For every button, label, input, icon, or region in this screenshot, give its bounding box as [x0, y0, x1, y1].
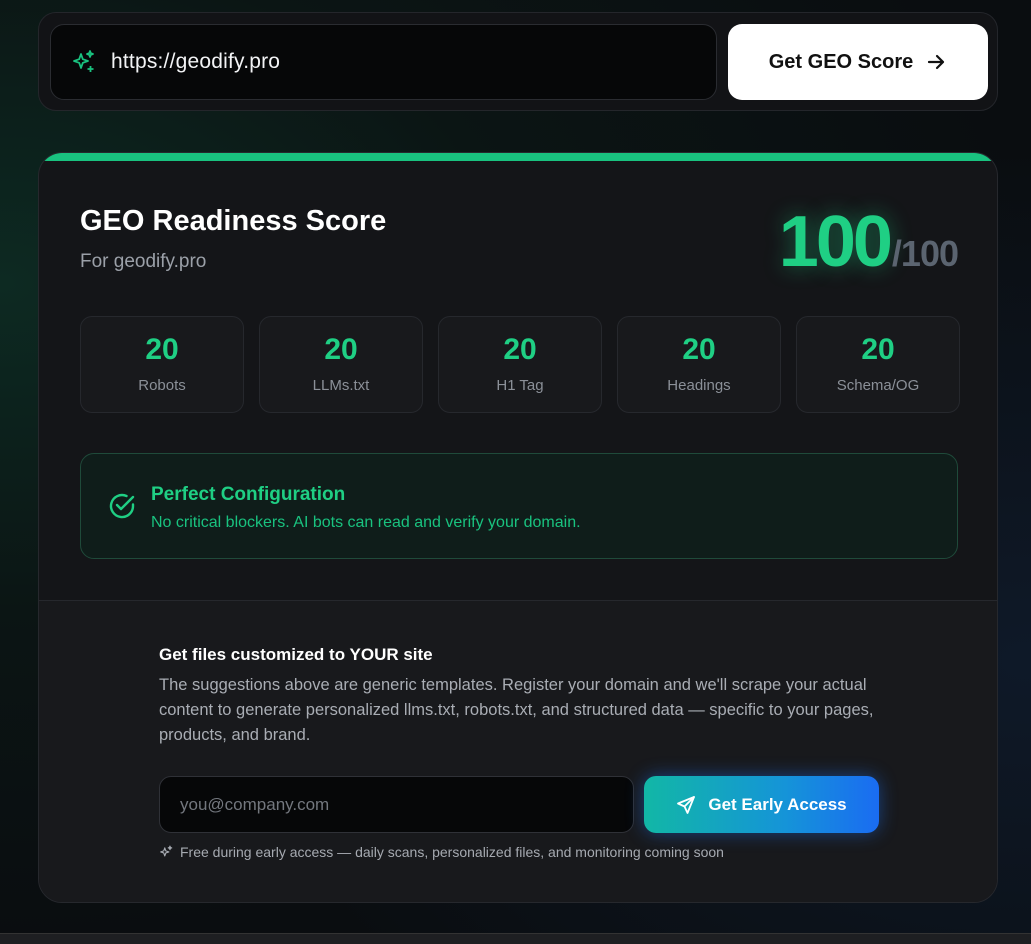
send-icon [676, 795, 696, 815]
metric-label: Robots [138, 377, 186, 394]
metric-value: 20 [861, 333, 895, 366]
metric-robots: 20 Robots [80, 316, 244, 413]
taskbar [0, 933, 1031, 944]
early-access-footnote: Free during early access — daily scans, … [159, 844, 724, 860]
metric-value: 20 [503, 333, 537, 366]
sparkle-icon [159, 845, 174, 860]
metric-label: Headings [667, 377, 731, 394]
metric-h1-tag: 20 H1 Tag [438, 316, 602, 413]
status-description: No critical blockers. AI bots can read a… [151, 514, 581, 531]
footnote-text: Free during early access — daily scans, … [180, 844, 724, 860]
card-title: GEO Readiness Score [80, 205, 387, 237]
card-subtitle: For geodify.pro [80, 251, 207, 272]
metric-label: Schema/OG [836, 377, 920, 394]
metric-schema-og: 20 Schema/OG [796, 316, 960, 413]
metric-llms-txt: 20 LLMs.txt [259, 316, 423, 413]
url-bar: https://geodify.pro Get GEO Score [38, 12, 998, 111]
score-card: GEO Readiness Score For geodify.pro 100 … [38, 152, 998, 903]
metric-list: 20 Robots 20 LLMs.txt 20 H1 Tag 20 Headi… [80, 316, 960, 413]
check-circle-icon [107, 491, 137, 521]
metric-value: 20 [682, 333, 716, 366]
get-geo-score-button[interactable]: Get GEO Score [728, 24, 988, 100]
url-value: https://geodify.pro [111, 50, 281, 73]
page: { "url_bar": { "value": "https://geodify… [0, 0, 1031, 944]
total-score: 100 /100 [778, 201, 959, 283]
card-accent-bar [39, 153, 997, 161]
get-early-access-button[interactable]: Get Early Access [644, 776, 879, 833]
metric-label: H1 Tag [496, 377, 544, 394]
arrow-right-icon [925, 51, 947, 73]
score-max: /100 [891, 233, 959, 274]
get-early-access-label: Get Early Access [708, 794, 847, 814]
get-geo-score-label: Get GEO Score [768, 50, 914, 73]
score-value: 100 [778, 202, 893, 282]
metric-value: 20 [324, 333, 358, 366]
early-access-body: The suggestions above are generic templa… [159, 676, 874, 744]
url-input[interactable]: https://geodify.pro [50, 24, 717, 100]
status-title: Perfect Configuration [151, 484, 346, 505]
metric-headings: 20 Headings [617, 316, 781, 413]
metric-value: 20 [145, 333, 179, 366]
sparkle-icon [71, 49, 97, 75]
email-input[interactable] [159, 776, 634, 833]
early-access-title: Get files customized to YOUR site [159, 645, 433, 664]
metric-label: LLMs.txt [312, 377, 370, 394]
status-banner: Perfect Configuration No critical blocke… [80, 453, 958, 559]
